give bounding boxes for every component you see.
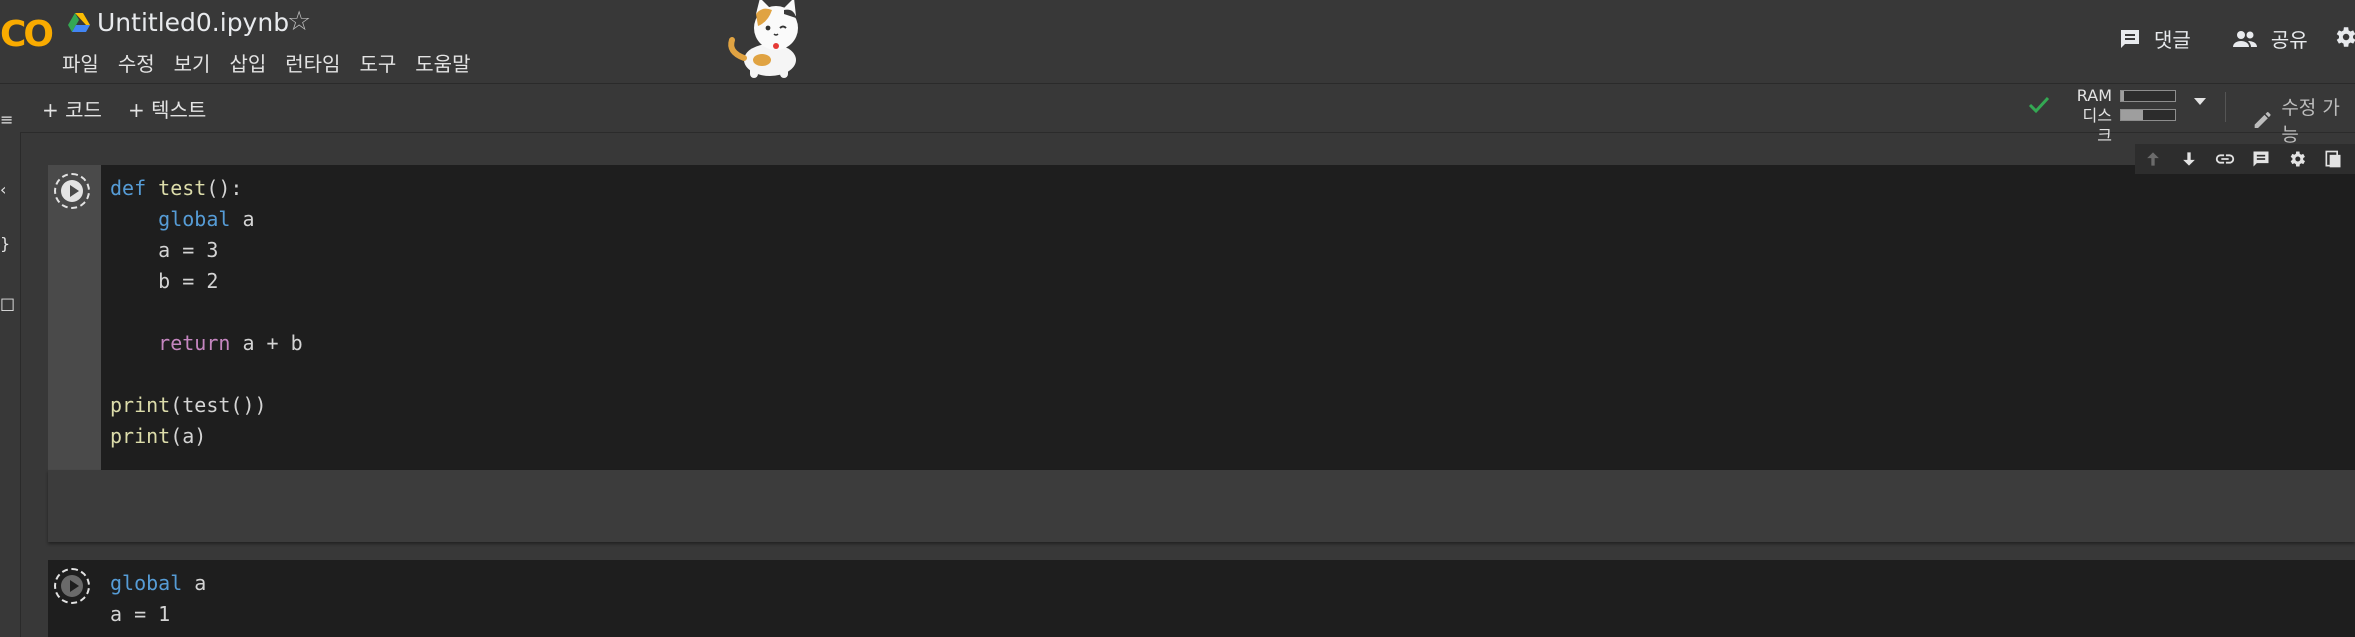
code-line: print(a) xyxy=(110,424,207,448)
ram-usage-fill xyxy=(2121,91,2124,101)
chevron-down-icon[interactable] xyxy=(2194,98,2206,105)
resource-labels[interactable]: RAM 디스크 xyxy=(2072,86,2112,146)
add-code-button[interactable]: + 코드 xyxy=(42,94,102,123)
disk-usage-bar[interactable] xyxy=(2120,109,2176,121)
menu-item[interactable]: 런타임 xyxy=(285,48,340,77)
menu-item[interactable]: 수정 xyxy=(118,48,155,77)
top-bar: CO Untitled0.ipynb ☆ 파일 수정 보기 삽입 런타임 도구 도움말 댓글… xyxy=(0,0,2355,84)
ram-label: RAM xyxy=(2076,86,2112,105)
code-line: b = 2 xyxy=(110,269,219,293)
pencil-icon xyxy=(2254,112,2271,128)
code-cell[interactable]: global a a = 1 xyxy=(48,560,2355,637)
run-cell-button[interactable] xyxy=(54,173,90,209)
menu-item[interactable]: 파일 xyxy=(62,48,99,77)
add-text-button[interactable]: + 텍스트 xyxy=(128,94,206,123)
check-icon xyxy=(2028,96,2050,114)
google-drive-icon[interactable] xyxy=(68,13,90,33)
notebook-title[interactable]: Untitled0.ipynb xyxy=(97,8,289,37)
menu-item[interactable]: 도움말 xyxy=(415,48,470,77)
play-icon xyxy=(70,185,79,197)
play-icon xyxy=(70,580,79,592)
disk-label: 디스크 xyxy=(2082,106,2112,145)
comment-cell-icon[interactable] xyxy=(2243,149,2279,169)
cell-toolbar xyxy=(2135,144,2355,174)
code-line: a = 3 xyxy=(110,238,219,262)
menu-item[interactable]: 삽입 xyxy=(229,48,266,77)
code-editor[interactable]: global a a = 1 xyxy=(110,568,206,630)
ram-usage-bar[interactable] xyxy=(2120,90,2176,102)
code-line: def test(): xyxy=(110,176,243,200)
comment-label: 댓글 xyxy=(2154,28,2191,52)
cat-mascot-image xyxy=(728,0,798,78)
run-cell-button[interactable] xyxy=(54,568,90,604)
disk-usage-fill xyxy=(2121,110,2143,120)
toolbar-divider xyxy=(2225,92,2226,122)
comment-button[interactable]: 댓글 xyxy=(2118,24,2191,53)
move-down-icon[interactable] xyxy=(2171,149,2207,169)
menu-item[interactable]: 도구 xyxy=(359,48,396,77)
code-editor[interactable]: def test(): global a a = 3 b = 2 return … xyxy=(110,173,303,452)
cell-separator xyxy=(48,470,2355,542)
notebook-toolbar: + 코드 + 텍스트 xyxy=(20,84,2355,133)
gear-icon[interactable] xyxy=(2332,24,2355,50)
colab-logo[interactable]: CO xyxy=(0,14,54,55)
files-icon[interactable]: □ xyxy=(0,294,15,313)
cell-gutter xyxy=(48,165,101,470)
search-icon[interactable]: ‹ xyxy=(0,180,6,199)
menu-item[interactable]: 보기 xyxy=(174,48,211,77)
edit-label: 수정 가능 xyxy=(2281,97,2340,146)
star-icon[interactable]: ☆ xyxy=(287,6,311,37)
share-button[interactable]: 공유 xyxy=(2231,24,2308,53)
left-sidebar: ≡ ‹ } □ xyxy=(0,84,21,637)
code-cell[interactable]: def test(): global a a = 3 b = 2 return … xyxy=(48,165,2355,541)
toc-icon[interactable]: ≡ xyxy=(0,110,13,129)
code-line: global a xyxy=(110,571,207,595)
people-icon xyxy=(2232,30,2257,47)
share-label: 공유 xyxy=(2270,28,2308,52)
code-line: return a + b xyxy=(158,331,303,355)
code-line: a = 1 xyxy=(110,602,171,626)
link-icon[interactable] xyxy=(2207,148,2243,170)
code-line: global a xyxy=(158,207,255,231)
header-actions: 댓글 공유 xyxy=(2118,24,2348,53)
comment-icon xyxy=(2121,29,2139,48)
code-line: print(test()) xyxy=(110,393,267,417)
variables-icon[interactable]: } xyxy=(0,234,10,253)
edit-mode-button[interactable]: 수정 가능 xyxy=(2252,93,2355,147)
cell-settings-icon[interactable] xyxy=(2279,149,2315,169)
menu-bar: 파일 수정 보기 삽입 런타임 도구 도움말 xyxy=(62,48,489,77)
move-up-icon[interactable] xyxy=(2135,149,2171,169)
mirror-cell-icon[interactable] xyxy=(2315,149,2351,169)
